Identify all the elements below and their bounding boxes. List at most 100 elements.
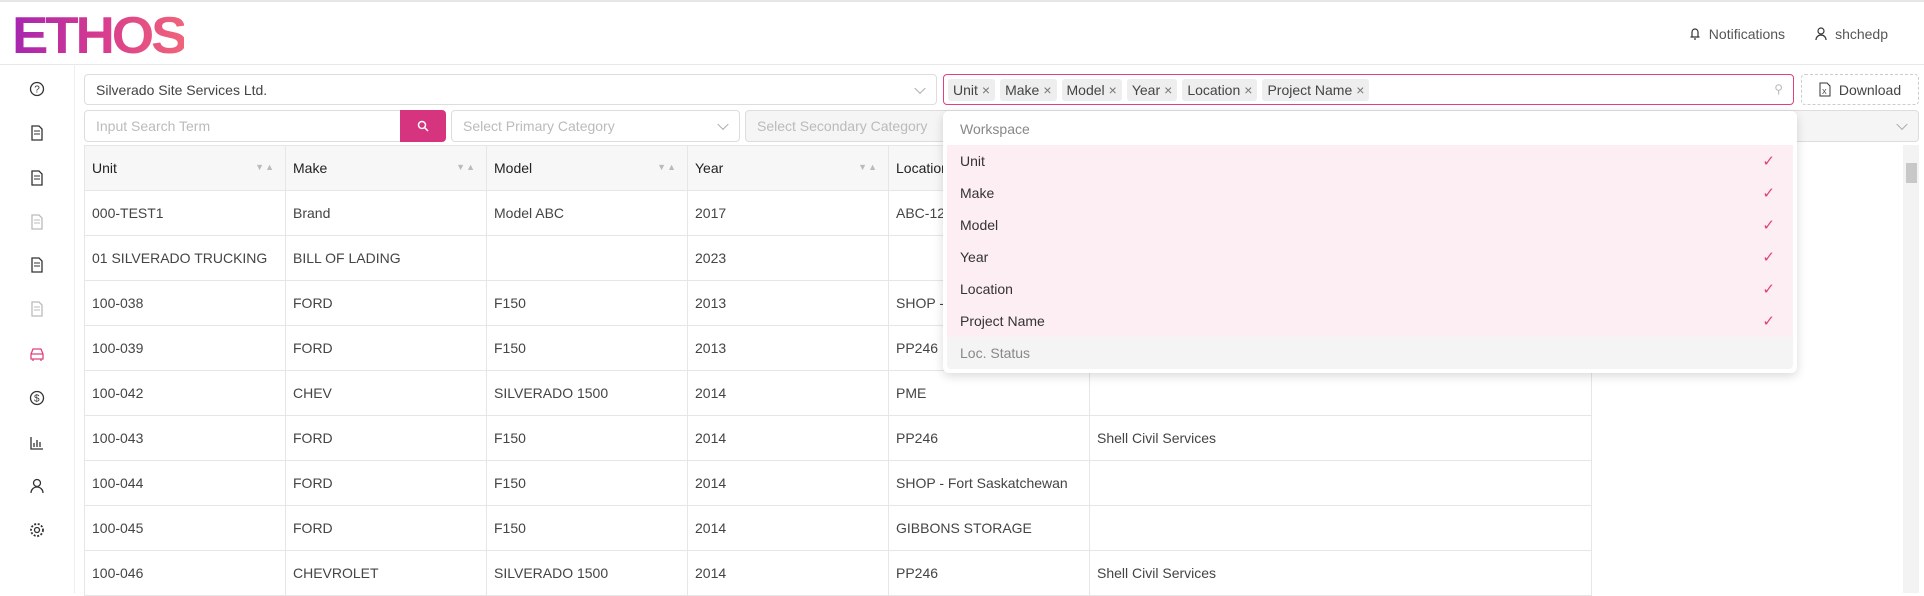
dollar-icon[interactable]: $ bbox=[27, 388, 47, 408]
table-cell bbox=[1089, 460, 1592, 506]
search-icon: ⚲ bbox=[1774, 82, 1783, 96]
table-cell: 2014 bbox=[687, 550, 889, 596]
download-button[interactable]: X Download bbox=[1801, 74, 1919, 105]
document-check-icon[interactable] bbox=[27, 255, 47, 275]
table-cell bbox=[1089, 505, 1592, 551]
dropdown-option[interactable]: Loc. Status bbox=[947, 337, 1793, 369]
table-cell: SHOP - Fort Saskatchewan bbox=[888, 460, 1090, 506]
column-header-label: Location bbox=[896, 160, 949, 176]
table-cell: 2013 bbox=[687, 325, 889, 371]
dropdown-option[interactable]: Make ✓ bbox=[947, 177, 1793, 209]
table-cell: Shell Civil Services bbox=[1089, 550, 1592, 596]
table-cell: F150 bbox=[486, 280, 688, 326]
column-header[interactable]: Unit ▼▲ bbox=[84, 145, 286, 191]
chevron-down-icon bbox=[1896, 118, 1908, 131]
notifications-button[interactable]: Notifications bbox=[1689, 26, 1785, 42]
tag-label: Unit bbox=[953, 81, 978, 98]
table-cell: Model ABC bbox=[486, 190, 688, 236]
bell-icon bbox=[1690, 28, 1700, 40]
tag-label: Location bbox=[1187, 81, 1241, 98]
sort-icon[interactable]: ▼▲ bbox=[858, 162, 878, 172]
car-icon[interactable] bbox=[27, 344, 47, 364]
table-cell: 01 SILVERADO TRUCKING bbox=[84, 235, 286, 281]
selected-tag: Year × bbox=[1126, 78, 1178, 101]
table-cell: Brand bbox=[285, 190, 487, 236]
table-row[interactable]: 100-043 FORD F150 2014 PP246 Shell Civil Serv… bbox=[84, 415, 1592, 461]
table-cell: FORD bbox=[285, 460, 487, 506]
secondary-placeholder: Select Secondary Category bbox=[757, 118, 928, 134]
selected-tag: Project Name × bbox=[1262, 78, 1370, 101]
scrollbar[interactable] bbox=[1903, 145, 1919, 593]
inbox-icon[interactable] bbox=[27, 212, 47, 232]
table-cell: PP246 bbox=[888, 415, 1090, 461]
chart-icon[interactable] bbox=[27, 433, 47, 453]
table-cell: 2017 bbox=[687, 190, 889, 236]
user-menu[interactable]: shchedp bbox=[1815, 26, 1888, 42]
tag-label: Project Name bbox=[1267, 81, 1353, 98]
search-input[interactable]: Input Search Term bbox=[84, 110, 402, 142]
table-cell: FORD bbox=[285, 280, 487, 326]
check-icon: ✓ bbox=[1762, 249, 1775, 266]
company-select[interactable]: Silverado Site Services Ltd. bbox=[84, 74, 937, 105]
table-cell: F150 bbox=[486, 325, 688, 371]
check-icon: ✓ bbox=[1762, 313, 1775, 330]
gear-icon[interactable] bbox=[27, 520, 47, 540]
user-icon[interactable] bbox=[27, 476, 47, 496]
table-row[interactable]: 100-042 CHEV SILVERADO 1500 2014 PME bbox=[84, 370, 1592, 416]
column-header[interactable]: Year ▼▲ bbox=[687, 145, 889, 191]
remove-tag-icon[interactable]: × bbox=[1164, 82, 1172, 98]
sort-icon[interactable]: ▼▲ bbox=[456, 162, 476, 172]
table-cell: 100-045 bbox=[84, 505, 286, 551]
column-header[interactable]: Model ▼▲ bbox=[486, 145, 688, 191]
company-value: Silverado Site Services Ltd. bbox=[96, 81, 268, 98]
sort-icon[interactable]: ▼▲ bbox=[255, 162, 275, 172]
tag-label: Model bbox=[1066, 81, 1105, 98]
check-icon: ✓ bbox=[1762, 281, 1775, 298]
remove-tag-icon[interactable]: × bbox=[1244, 82, 1252, 98]
dropdown-option[interactable]: Location ✓ bbox=[947, 273, 1793, 305]
search-button[interactable] bbox=[400, 110, 446, 142]
selected-tag: Model × bbox=[1061, 78, 1122, 101]
primary-category-select[interactable]: Select Primary Category bbox=[451, 110, 740, 142]
scrollbar-thumb[interactable] bbox=[1906, 163, 1917, 183]
notifications-label: Notifications bbox=[1708, 26, 1786, 42]
table-row[interactable]: 100-046 CHEVROLET SILVERADO 1500 2014 PP246 S… bbox=[84, 550, 1592, 596]
dropdown-option[interactable]: Unit ✓ bbox=[947, 145, 1793, 177]
remove-tag-icon[interactable]: × bbox=[982, 82, 990, 98]
column-select[interactable]: Unit × Make × Model × Year × Location × Project Na… bbox=[943, 74, 1794, 105]
remove-tag-icon[interactable]: × bbox=[1356, 82, 1364, 98]
selected-tag: Unit × bbox=[948, 78, 996, 101]
remove-tag-icon[interactable]: × bbox=[1109, 82, 1117, 98]
check-icon: ✓ bbox=[1762, 153, 1775, 170]
table-row[interactable]: 100-045 FORD F150 2014 GIBBONS STORAGE bbox=[84, 505, 1592, 551]
dropdown-option[interactable]: Model ✓ bbox=[947, 209, 1793, 241]
excel-file-icon: X bbox=[1819, 82, 1831, 97]
column-header[interactable]: Make ▼▲ bbox=[285, 145, 487, 191]
table-cell: 2013 bbox=[687, 280, 889, 326]
table-cell: 100-044 bbox=[84, 460, 286, 506]
remove-tag-icon[interactable]: × bbox=[1043, 82, 1051, 98]
document-user-icon[interactable] bbox=[27, 299, 47, 319]
table-cell: SILVERADO 1500 bbox=[486, 370, 688, 416]
table-cell: F150 bbox=[486, 460, 688, 506]
table-cell: F150 bbox=[486, 415, 688, 461]
sort-icon[interactable]: ▼▲ bbox=[657, 162, 677, 172]
table-cell: 2014 bbox=[687, 460, 889, 506]
table-cell: 100-043 bbox=[84, 415, 286, 461]
user-icon bbox=[1815, 27, 1827, 41]
server-icon[interactable] bbox=[27, 168, 47, 188]
document-alert-icon[interactable] bbox=[27, 123, 47, 143]
table-cell: Shell Civil Services bbox=[1089, 415, 1592, 461]
table-cell: 100-039 bbox=[84, 325, 286, 371]
dropdown-option[interactable]: Project Name ✓ bbox=[947, 305, 1793, 337]
dropdown-option[interactable]: Year ✓ bbox=[947, 241, 1793, 273]
option-label: Year bbox=[960, 249, 989, 265]
table-cell: FORD bbox=[285, 325, 487, 371]
table-cell: FORD bbox=[285, 505, 487, 551]
tag-label: Year bbox=[1131, 81, 1161, 98]
chevron-down-icon bbox=[914, 82, 926, 94]
table-cell: 000-TEST1 bbox=[84, 190, 286, 236]
table-row[interactable]: 100-044 FORD F150 2014 SHOP - Fort Saskatche… bbox=[84, 460, 1592, 506]
check-icon: ✓ bbox=[1762, 185, 1775, 202]
help-icon[interactable]: ? bbox=[27, 79, 47, 99]
